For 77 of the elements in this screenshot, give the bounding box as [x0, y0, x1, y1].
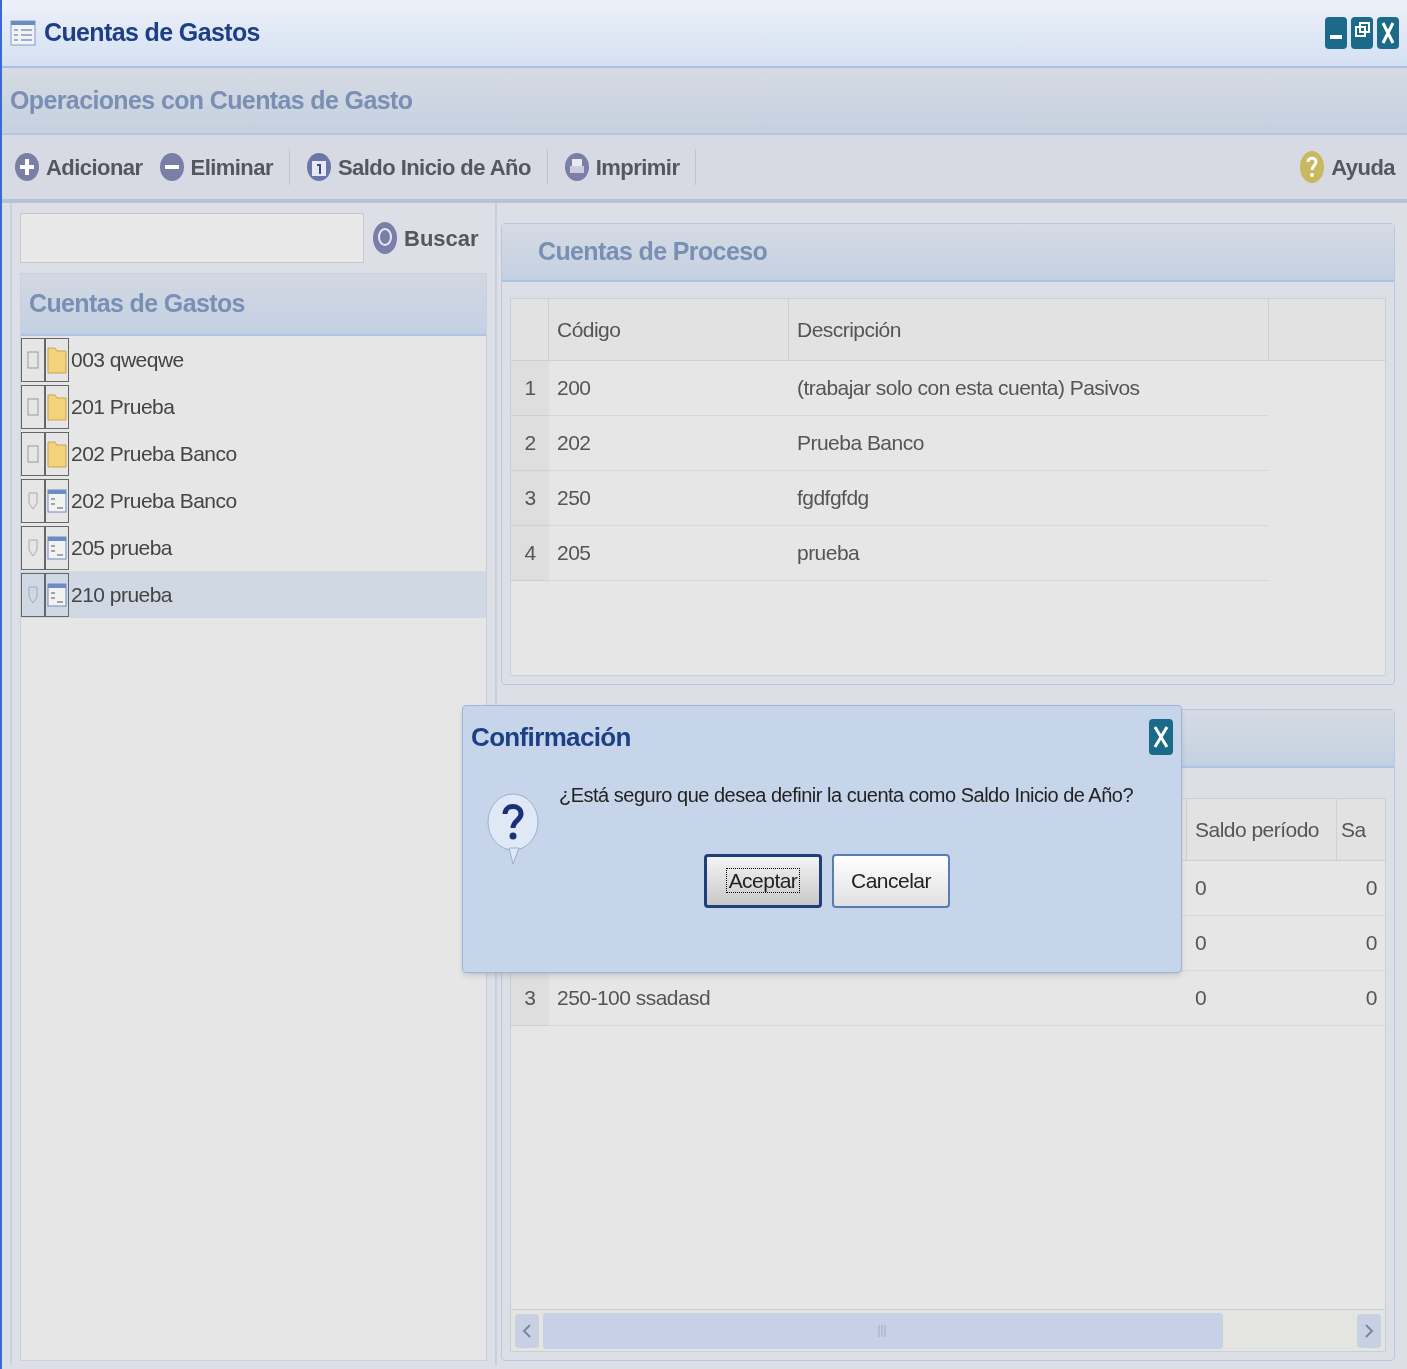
- close-icon: [1153, 725, 1169, 749]
- printer-icon: [563, 152, 590, 182]
- minus-icon: [158, 152, 185, 182]
- tree-item[interactable]: 003 qweqwe: [21, 336, 486, 383]
- expander-icon: [21, 431, 45, 476]
- expander-icon: [21, 337, 45, 382]
- table-cell: 250: [549, 471, 789, 526]
- horizontal-scrollbar[interactable]: [511, 1309, 1385, 1351]
- panel-title: Cuentas de Proceso: [538, 236, 768, 268]
- search-field[interactable]: [20, 213, 364, 263]
- toolbar-button[interactable]: Saldo Inicio de Año: [301, 150, 535, 184]
- expander-icon: [21, 384, 45, 429]
- toolbar-button[interactable]: Imprimir: [559, 150, 684, 184]
- row-number: 3: [511, 971, 549, 1026]
- leaf-connector-icon: [21, 572, 45, 617]
- chevron-right-icon: [1364, 1322, 1374, 1339]
- table-cell: Prueba Banco: [789, 416, 1269, 471]
- scroll-left-button[interactable]: [515, 1313, 539, 1348]
- toolbar-button[interactable]: Eliminar: [154, 150, 277, 184]
- close-icon: [1381, 21, 1395, 45]
- row-number: 1: [511, 361, 549, 416]
- minimize-icon: [1330, 35, 1342, 39]
- table-cell: 0: [1337, 971, 1385, 1026]
- folder-icon: [45, 337, 69, 382]
- column-header: Descripción: [789, 299, 1269, 360]
- panel-title: Cuentas de Gastos: [29, 288, 245, 320]
- toolbar-button[interactable]: Ayuda: [1295, 150, 1399, 184]
- dialog-message: ¿Está seguro que desea definir la cuenta como Saldo Inicio de Año?: [559, 783, 1134, 808]
- tree-item[interactable]: 202 Prueba Banco: [21, 430, 486, 477]
- row-number: 4: [511, 526, 549, 581]
- restore-button[interactable]: [1351, 17, 1373, 49]
- chevron-left-icon: [522, 1322, 532, 1339]
- column-header: Código: [549, 299, 789, 360]
- row-number: 2: [511, 416, 549, 471]
- tree-item[interactable]: 210 prueba: [21, 571, 486, 618]
- folder-icon: [45, 384, 69, 429]
- help-icon: [1299, 150, 1326, 184]
- column-header: Sa: [1340, 816, 1367, 843]
- plus-icon: [14, 152, 40, 182]
- folder-icon: [45, 431, 69, 476]
- table-cell: 202: [549, 416, 789, 471]
- restore-icon: [1355, 22, 1370, 37]
- table-cell: fgdfgfdg: [789, 471, 1269, 526]
- table-cell: 0: [1187, 861, 1337, 916]
- minimize-button[interactable]: [1325, 17, 1347, 49]
- table-cell: 0: [1337, 861, 1385, 916]
- scrollbar-thumb[interactable]: [543, 1312, 1223, 1349]
- table-cell: 200: [549, 361, 789, 416]
- calendar-icon: [305, 152, 332, 182]
- row-number: 3: [511, 471, 549, 526]
- dialog-title: Confirmación: [471, 720, 631, 754]
- window-icon: [10, 20, 36, 46]
- leaf-connector-icon: [21, 478, 45, 523]
- leaf-connector-icon: [21, 525, 45, 570]
- table-cell: 205: [549, 526, 789, 581]
- close-button[interactable]: [1377, 17, 1399, 49]
- search-button[interactable]: Buscar: [372, 221, 479, 255]
- scroll-right-button[interactable]: [1357, 1313, 1381, 1348]
- window-title: Cuentas de Gastos: [44, 17, 260, 49]
- table-cell: prueba: [789, 526, 1269, 581]
- tree-item[interactable]: 201 Prueba: [21, 383, 486, 430]
- magnifier-icon: [372, 221, 398, 255]
- table-cell: 0: [1337, 916, 1385, 971]
- document-icon: [45, 572, 69, 617]
- document-icon: [45, 478, 69, 523]
- tree-item[interactable]: 205 prueba: [21, 524, 486, 571]
- document-icon: [45, 525, 69, 570]
- section-title: Operaciones con Cuentas de Gasto: [10, 84, 413, 116]
- table-cell: 0: [1187, 971, 1337, 1026]
- toolbar-button[interactable]: Adicionar: [10, 150, 147, 184]
- table-cell: (trabajar solo con esta cuenta) Pasivos: [789, 361, 1269, 416]
- dialog-button[interactable]: Aceptar: [704, 854, 822, 908]
- dialog-button[interactable]: Cancelar: [832, 854, 950, 908]
- close-button[interactable]: [1149, 719, 1173, 755]
- tree-item[interactable]: 202 Prueba Banco: [21, 477, 486, 524]
- table-cell: 0: [1187, 916, 1337, 971]
- column-header: Saldo período: [1187, 799, 1337, 860]
